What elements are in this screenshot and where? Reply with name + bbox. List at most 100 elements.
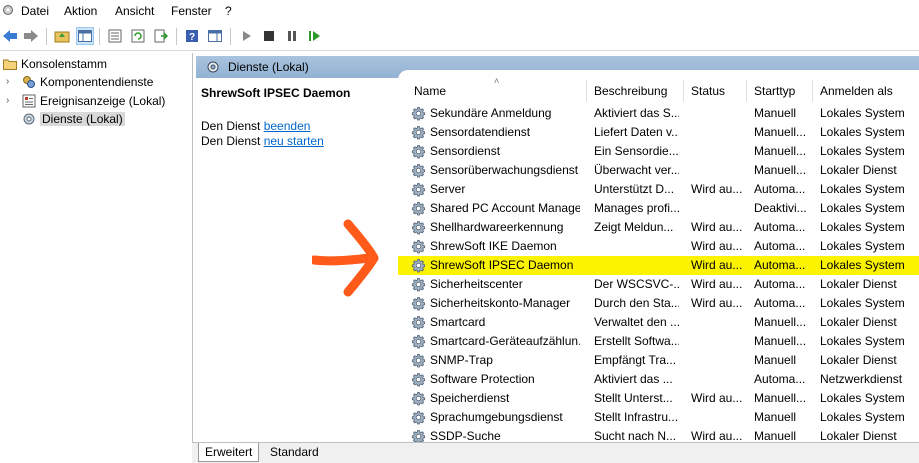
component-services-icon (23, 75, 35, 88)
column-header-logon[interactable]: Anmelden als (820, 84, 893, 102)
service-description: Erstellt Softwa... (594, 334, 679, 348)
tab-standard[interactable]: Standard (264, 443, 325, 461)
service-status: Wird au... (691, 277, 743, 291)
service-logon: Lokales System (820, 125, 905, 139)
up-folder-icon[interactable] (53, 27, 71, 45)
service-description: Ein Sensordie... (594, 144, 679, 158)
column-header-status[interactable]: Status (691, 84, 725, 102)
service-row[interactable]: Sicherheitskonto-Manager Durch den Sta...… (398, 294, 919, 313)
service-status: Wird au... (691, 239, 743, 253)
service-row[interactable]: ShrewSoft IPSEC Daemon Wird au... Automa..… (398, 256, 919, 275)
service-starttype: Automa... (754, 220, 806, 234)
start-service-icon[interactable] (238, 27, 256, 45)
restart-service-link[interactable]: neu starten (264, 134, 324, 148)
service-description: Empfängt Tra... (594, 353, 677, 367)
service-starttype: Manuell... (754, 144, 807, 158)
menu-fenster[interactable]: Fenster (171, 4, 212, 18)
service-gear-icon (411, 201, 426, 216)
service-starttype: Manuell... (754, 125, 807, 139)
service-row[interactable]: Smartcard Verwaltet den ... Manuell... Loka… (398, 313, 919, 332)
tree-item-dienste[interactable]: Dienste (Lokal) (22, 110, 125, 127)
service-row[interactable]: SNMP-Trap Empfängt Tra... Manuell Lokaler D… (398, 351, 919, 370)
refresh-icon[interactable] (129, 27, 147, 45)
service-logon: Lokaler Dienst (820, 353, 897, 367)
service-description: Unterstützt D... (594, 182, 675, 196)
menu-help[interactable]: ? (225, 4, 232, 18)
service-name: Shellhardwareerkennung (430, 220, 564, 234)
service-gear-icon (411, 372, 426, 387)
action-pane-icon[interactable] (206, 27, 224, 45)
back-icon[interactable] (1, 27, 19, 45)
column-divider[interactable] (746, 80, 747, 102)
service-row[interactable]: Sicherheitscenter Der WSCSVC-... Wird au..… (398, 275, 919, 294)
menu-aktion[interactable]: Aktion (64, 4, 97, 18)
svg-text:?: ? (189, 32, 195, 43)
service-logon: Lokales System (820, 391, 905, 405)
stop-service-icon[interactable] (260, 27, 278, 45)
column-divider[interactable] (812, 80, 813, 102)
expand-arrow-icon[interactable]: › (6, 76, 9, 87)
forward-icon[interactable] (22, 27, 40, 45)
service-description: Zeigt Meldun... (594, 220, 674, 234)
console-tree: Konsolenstamm › Komponentendienste › Ere… (0, 53, 193, 462)
service-logon: Lokales System (820, 258, 905, 272)
tree-item-ereignisanzeige[interactable]: Ereignisanzeige (Lokal) (22, 92, 165, 109)
service-row[interactable]: Sprachumgebungsdienst Stellt Infrastru...… (398, 408, 919, 427)
menu-ansicht[interactable]: Ansicht (115, 4, 154, 18)
service-starttype: Manuell (754, 106, 797, 120)
service-row[interactable]: Sensordatendienst Liefert Daten v... Manue… (398, 123, 919, 142)
column-header-description[interactable]: Beschreibung (594, 84, 667, 102)
service-row[interactable]: Software Protection Aktiviert das ... Auto… (398, 370, 919, 389)
service-gear-icon (411, 429, 426, 442)
column-header-name[interactable]: Name (414, 84, 446, 102)
tree-item-label: Dienste (Lokal) (40, 111, 125, 126)
service-starttype: Manuell (754, 429, 797, 442)
service-row[interactable]: Sekundäre Anmeldung Aktiviert das S... Man… (398, 104, 919, 123)
pause-service-icon[interactable] (283, 27, 301, 45)
tab-erweitert[interactable]: Erweitert (198, 443, 260, 462)
export-list-icon[interactable] (152, 27, 170, 45)
stop-service-link[interactable]: beenden (264, 119, 311, 133)
services-icon (23, 113, 35, 124)
service-description: Der WSCSVC-... (594, 277, 679, 291)
help-icon[interactable]: ? (183, 27, 201, 45)
services-list: ˄ Name Beschreibung Status Starttyp Anme… (398, 70, 919, 442)
service-starttype: Automa... (754, 239, 806, 253)
service-starttype: Manuell (754, 410, 797, 424)
service-row[interactable]: Speicherdienst Stellt Unterst... Wird au..… (398, 389, 919, 408)
service-gear-icon (411, 391, 426, 406)
column-divider[interactable] (586, 80, 587, 102)
restart-service-icon[interactable] (306, 27, 324, 45)
service-logon: Lokales System (820, 296, 905, 310)
show-tree-icon[interactable] (76, 27, 94, 45)
toolbar-separator (176, 28, 177, 45)
column-header-starttyp[interactable]: Starttyp (754, 84, 795, 102)
properties-icon[interactable] (106, 27, 124, 45)
service-row[interactable]: Smartcard-Geräteaufzählun... Erstellt Sof… (398, 332, 919, 351)
tree-item-komponentendienste[interactable]: Komponentendienste (22, 73, 153, 90)
service-starttype: Automa... (754, 182, 806, 196)
service-row[interactable]: Sensordienst Ein Sensordie... Manuell... Lo… (398, 142, 919, 161)
service-logon: Lokales System (820, 182, 905, 196)
service-row[interactable]: ShrewSoft IKE Daemon Wird au... Automa... L… (398, 237, 919, 256)
service-status: Wird au... (691, 182, 743, 196)
service-row[interactable]: Shared PC Account Manager Manages profi..… (398, 199, 919, 218)
expand-arrow-icon[interactable]: › (6, 95, 9, 106)
service-row[interactable]: Shellhardwareerkennung Zeigt Meldun... Wir… (398, 218, 919, 237)
toolbar-separator (230, 28, 231, 45)
stop-service-prefix: Den Dienst (201, 119, 264, 133)
column-divider[interactable] (683, 80, 684, 102)
service-starttype: Automa... (754, 296, 806, 310)
service-row[interactable]: Server Unterstützt D... Wird au... Automa..… (398, 180, 919, 199)
service-gear-icon (411, 353, 426, 368)
service-name: Sicherheitskonto-Manager (430, 296, 571, 310)
service-row[interactable]: Sensorüberwachungsdienst Überwacht ver...… (398, 161, 919, 180)
service-starttype: Automa... (754, 277, 806, 291)
service-starttype: Manuell... (754, 391, 807, 405)
service-name: Speicherdienst (430, 391, 510, 405)
menu-datei[interactable]: Datei (21, 4, 49, 18)
service-gear-icon (411, 163, 426, 178)
tree-root[interactable]: Konsolenstamm (3, 55, 107, 72)
service-row[interactable]: SSDP-Suche Sucht nach N... Wird au... Manue… (398, 427, 919, 442)
tree-item-label: Komponentendienste (40, 74, 154, 89)
